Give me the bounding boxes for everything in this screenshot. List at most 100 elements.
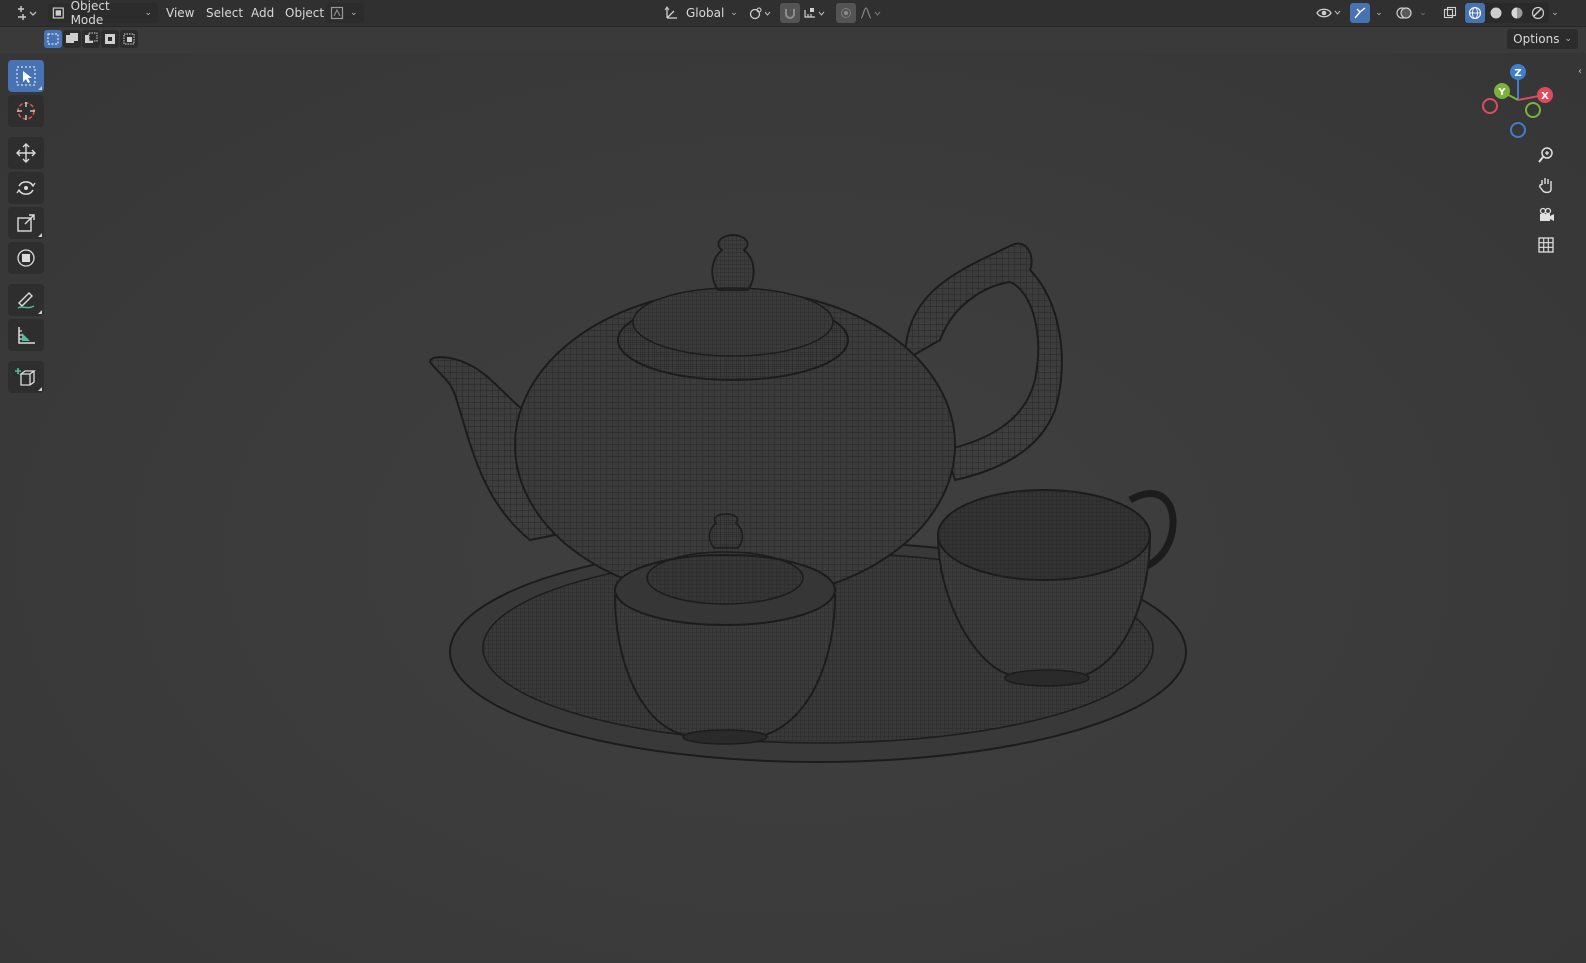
shading-wireframe-button[interactable] bbox=[1465, 3, 1485, 23]
lid-knob bbox=[711, 234, 755, 291]
perspective-toggle-button[interactable] bbox=[1532, 231, 1560, 259]
tool-add-cube[interactable] bbox=[8, 361, 44, 393]
rotate-icon bbox=[16, 181, 36, 195]
move-icon bbox=[16, 143, 36, 163]
gizmo-toggle[interactable] bbox=[1350, 3, 1370, 23]
chevron-down-icon: ⌄ bbox=[1375, 8, 1383, 18]
tool-cursor[interactable] bbox=[8, 95, 44, 127]
zoom-button[interactable] bbox=[1532, 141, 1560, 169]
tool-measure[interactable] bbox=[8, 319, 44, 351]
snap-target-dropdown[interactable] bbox=[802, 3, 828, 23]
object-mode-icon bbox=[52, 7, 64, 19]
axis-y-label: Y bbox=[1497, 87, 1506, 98]
mode-label: Object Mode bbox=[70, 0, 110, 27]
tool-settings-bar: Options ⌄ bbox=[0, 27, 1586, 53]
editor-type-button[interactable] bbox=[12, 3, 40, 23]
gizmo-icon bbox=[1354, 7, 1366, 19]
wireframe-sphere-icon bbox=[1468, 6, 1482, 20]
overlays-toggle[interactable] bbox=[1394, 3, 1414, 23]
add-cube-icon bbox=[15, 368, 36, 386]
proportional-group bbox=[836, 3, 884, 23]
axis-neg-y-handle[interactable] bbox=[1525, 102, 1541, 118]
mode-dropdown[interactable]: Object Mode ⌄ bbox=[48, 0, 158, 27]
navigation-gizmo[interactable]: Z X Y bbox=[1478, 60, 1568, 150]
snap-toggle[interactable] bbox=[780, 3, 800, 23]
hand-icon bbox=[1539, 178, 1552, 194]
select-new-icon bbox=[47, 33, 59, 45]
tool-variants-indicator bbox=[38, 233, 42, 237]
overlays-dropdown[interactable]: ⌄ bbox=[1416, 3, 1430, 23]
tool-move[interactable] bbox=[8, 137, 44, 169]
select-new-button[interactable] bbox=[44, 30, 62, 48]
editor-type-icon bbox=[18, 6, 37, 20]
menu-view[interactable]: View bbox=[162, 3, 198, 23]
select-invert-icon bbox=[105, 34, 115, 44]
chevron-down-icon: ⌄ bbox=[730, 8, 738, 18]
transform-orientation-dropdown[interactable]: Global ⌄ bbox=[660, 3, 746, 23]
teapot-set-wireframe[interactable] bbox=[420, 225, 1210, 785]
shading-solid-button[interactable] bbox=[1486, 3, 1506, 23]
menu-add[interactable]: Add bbox=[247, 3, 278, 23]
proportional-icon bbox=[841, 8, 851, 18]
select-box-icon bbox=[16, 66, 36, 86]
gizmo-dropdown[interactable]: ⌄ bbox=[1372, 3, 1386, 23]
select-subtract-icon bbox=[85, 32, 98, 43]
tool-variants-indicator bbox=[38, 387, 42, 391]
chevron-down-icon: ⌄ bbox=[350, 8, 358, 18]
sugar-bowl-knob bbox=[708, 513, 744, 549]
pivot-point-dropdown[interactable] bbox=[746, 3, 774, 23]
solid-sphere-icon bbox=[1490, 7, 1502, 19]
axis-x-label: X bbox=[1541, 91, 1549, 102]
chevron-down-icon: ⌄ bbox=[1419, 8, 1427, 18]
axis-z-label: Z bbox=[1514, 68, 1521, 79]
shading-rendered-button[interactable] bbox=[1528, 3, 1548, 23]
tool-scale[interactable] bbox=[8, 207, 44, 239]
chevron-down-icon: ⌄ bbox=[144, 8, 152, 18]
tool-rotate[interactable] bbox=[8, 172, 44, 204]
chevron-down-icon: ⌄ bbox=[1564, 34, 1572, 44]
axis-neg-z-handle[interactable] bbox=[1510, 122, 1526, 138]
falloff-icon bbox=[860, 7, 881, 19]
tool-transform[interactable] bbox=[8, 242, 44, 274]
camera-view-button[interactable] bbox=[1532, 201, 1560, 229]
measure-ruler-icon bbox=[18, 327, 35, 344]
select-extend-button[interactable] bbox=[63, 30, 81, 48]
tool-variants-indicator bbox=[38, 310, 42, 314]
visibility-dropdown[interactable] bbox=[1314, 3, 1344, 23]
select-subtract-button[interactable] bbox=[82, 30, 100, 48]
zoom-icon bbox=[1538, 147, 1553, 163]
overlay-toggle-group: ⌄ bbox=[1394, 3, 1430, 23]
options-dropdown[interactable]: Options ⌄ bbox=[1507, 29, 1578, 49]
magnet-icon bbox=[785, 9, 795, 19]
pan-button[interactable] bbox=[1532, 171, 1560, 199]
menu-select[interactable]: Select bbox=[202, 3, 247, 23]
menu-object[interactable]: Object bbox=[281, 3, 328, 23]
object-type-dropdown[interactable]: ⌄ bbox=[326, 3, 364, 23]
sidebar-toggle-icon[interactable]: ‹ bbox=[1578, 66, 1582, 77]
select-invert-button[interactable] bbox=[101, 30, 119, 48]
proportional-falloff-dropdown[interactable] bbox=[858, 3, 884, 23]
select-intersect-icon bbox=[123, 33, 135, 45]
object-type-icon bbox=[330, 6, 344, 20]
viewport-header: Object Mode ⌄ View Select Add Object ⌄ G… bbox=[0, 0, 1586, 27]
tool-select-box[interactable] bbox=[8, 60, 44, 92]
select-intersect-button[interactable] bbox=[120, 30, 138, 48]
overlays-icon bbox=[1396, 7, 1412, 19]
orientation-icon bbox=[664, 6, 677, 19]
tool-shelf bbox=[8, 60, 48, 396]
tool-annotate[interactable] bbox=[8, 284, 44, 316]
shading-material-button[interactable] bbox=[1507, 3, 1527, 23]
shading-dropdown[interactable]: ⌄ bbox=[1548, 3, 1562, 23]
pivot-icon bbox=[749, 7, 771, 20]
chevron-down-icon: ⌄ bbox=[1551, 8, 1559, 18]
proportional-editing-toggle[interactable] bbox=[836, 3, 856, 23]
annotate-pencil-icon bbox=[17, 292, 35, 309]
material-sphere-icon bbox=[1511, 7, 1523, 19]
axis-neg-x-handle[interactable] bbox=[1482, 98, 1498, 114]
xray-toggle[interactable] bbox=[1440, 3, 1460, 23]
selection-mode-group bbox=[44, 30, 138, 48]
snap-increment-icon bbox=[804, 8, 825, 18]
snapping-group bbox=[780, 3, 828, 23]
rendered-sphere-icon bbox=[1531, 6, 1545, 20]
shading-mode-group bbox=[1464, 3, 1549, 23]
